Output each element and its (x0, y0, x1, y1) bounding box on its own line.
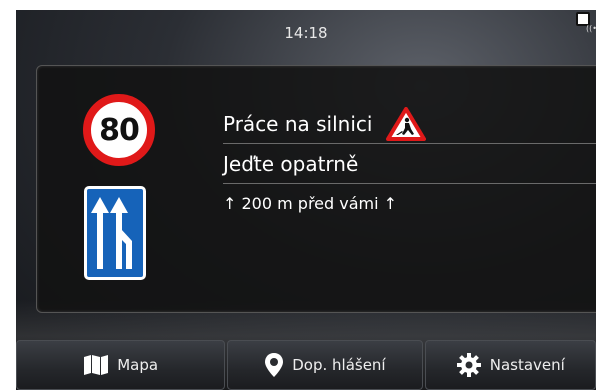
settings-button[interactable]: Nastavení (424, 340, 596, 390)
message-title: Práce na silnici (223, 111, 373, 136)
bottom-button-bar: Mapa Dop. hlášení Nastavení (16, 340, 596, 390)
map-icon (84, 355, 109, 375)
map-button-label: Mapa (117, 356, 159, 374)
message-distance: ↑ 200 m před vámi ↑ (223, 194, 398, 213)
speed-limit-value: 80 (99, 112, 140, 148)
clock: 14:18 (284, 24, 328, 42)
map-button[interactable]: Mapa (16, 340, 226, 390)
navigation-screen: ((•)) 14:18 80 Práce na silnici (16, 10, 596, 390)
message-distance-row: ↑ 200 m před vámi ↑ (223, 184, 596, 223)
additional-reports-label: Dop. hlášení (292, 356, 386, 374)
traffic-message-panel: 80 Práce na silnici Jeďte opatrně ↑ 200 … (36, 65, 596, 313)
roadwork-warning-icon (386, 106, 427, 141)
additional-reports-button[interactable]: Dop. hlášení (227, 340, 423, 390)
gear-icon (456, 353, 481, 377)
message-instruction-row: Jeďte opatrně (223, 144, 596, 184)
location-pin-icon (265, 353, 284, 377)
lane-merge-sign-icon (84, 186, 146, 280)
speed-limit-sign-icon: 80 (83, 94, 155, 166)
settings-button-label: Nastavení (489, 356, 565, 374)
message-title-row: Práce na silnici (223, 104, 596, 144)
message-rows: Práce na silnici Jeďte opatrně ↑ 200 m p… (223, 104, 596, 223)
message-instruction: Jeďte opatrně (223, 151, 359, 176)
